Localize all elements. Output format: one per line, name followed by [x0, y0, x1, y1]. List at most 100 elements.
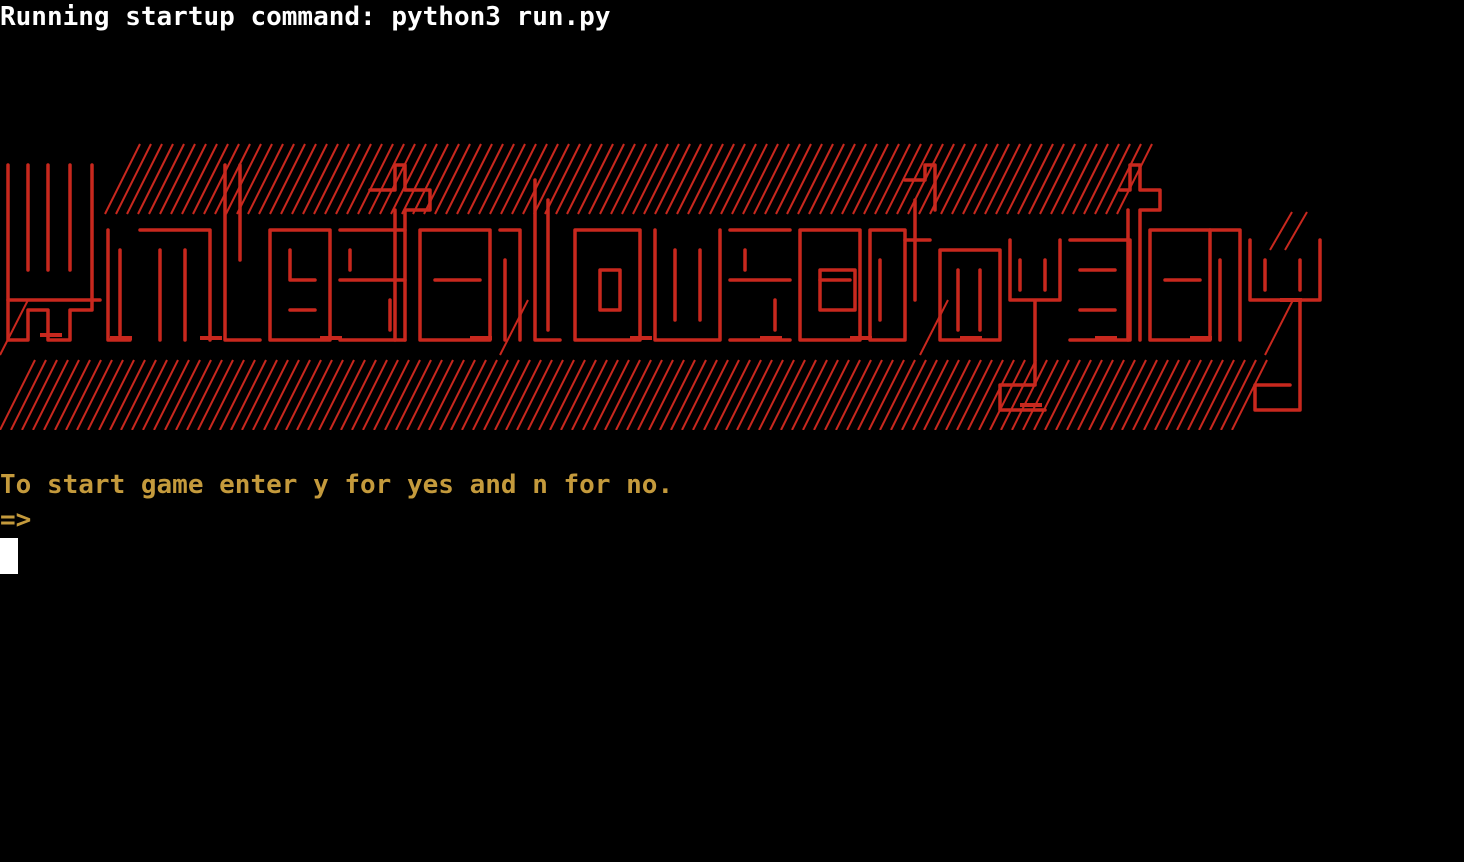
hatch-stroke: [808, 143, 845, 215]
banner-letter-stroke: [106, 228, 132, 342]
hatch-stroke: [670, 359, 707, 430]
banner-letter-stroke: [26, 163, 72, 272]
hatch-stroke: [654, 143, 691, 215]
hatch-stroke: [621, 143, 658, 215]
hatch-stroke: [962, 143, 999, 215]
hatch-stroke: [709, 143, 746, 215]
hatch-stroke: [676, 143, 713, 215]
hatch-stroke: [511, 143, 548, 215]
banner-stroke-cap: [960, 336, 982, 340]
startup-command-line: Running startup command: python3 run.py: [0, 2, 611, 32]
hatch-stroke: [742, 143, 779, 215]
hatch-stroke: [599, 143, 636, 215]
hatch-stroke: [714, 359, 751, 430]
banner-letter-stroke: [1118, 163, 1162, 342]
hatch-stroke: [0, 359, 36, 430]
banner-letter-stroke: [138, 228, 212, 342]
hatch-stroke: [1072, 143, 1109, 215]
hatch-stroke: [395, 359, 432, 430]
hatch-stroke: [115, 143, 152, 215]
banner-stroke-cap: [110, 336, 132, 340]
hatch-stroke: [1132, 359, 1169, 430]
hatch-stroke: [659, 359, 696, 430]
hatch-stroke: [219, 359, 256, 430]
hatch-stroke: [461, 359, 498, 430]
banner-letter-stroke: [223, 163, 262, 342]
hatch-stroke: [1011, 359, 1048, 430]
terminal-window[interactable]: Running startup command: python3 run.py …: [0, 0, 1464, 862]
hatch-stroke: [577, 143, 614, 215]
hatch-stroke: [505, 359, 542, 430]
hatch-stroke: [406, 359, 443, 430]
hatch-stroke: [456, 143, 493, 215]
hatch-stroke: [1209, 359, 1246, 430]
hatch-stroke: [703, 359, 740, 430]
banner-stroke-cap: [1280, 298, 1302, 302]
text-cursor[interactable]: [0, 538, 18, 574]
hatch-stroke: [665, 143, 702, 215]
banner-letter-stroke: [818, 268, 857, 312]
hatch-stroke: [170, 143, 207, 215]
hatch-stroke: [912, 359, 949, 430]
hatch-stroke: [417, 359, 454, 430]
hatch-stroke: [1198, 359, 1235, 430]
hatch-stroke: [934, 359, 971, 430]
banner-letter-stroke: [1148, 228, 1212, 342]
hatch-stroke: [296, 359, 333, 430]
hatch-stroke: [137, 143, 174, 215]
hatch-stroke: [483, 359, 520, 430]
banner-letter-stroke: [268, 228, 332, 342]
hatch-stroke: [522, 143, 559, 215]
hatch-stroke: [835, 359, 872, 430]
hatch-stroke: [868, 359, 905, 430]
hatch-stroke: [1050, 143, 1087, 215]
hatch-stroke: [786, 143, 823, 215]
hatch-stroke: [302, 143, 339, 215]
hatch-stroke: [318, 359, 355, 430]
hatch-stroke: [857, 359, 894, 430]
hatch-stroke: [208, 359, 245, 430]
hatch-stroke: [544, 143, 581, 215]
banner-letter-stroke: [1248, 238, 1322, 412]
banner-letter-stroke: [903, 163, 937, 302]
hatch-stroke: [384, 359, 421, 430]
banner-stroke-cap: [630, 336, 652, 340]
hatch-stroke: [142, 359, 179, 430]
hatch-stroke: [1044, 359, 1081, 430]
hatch-stroke: [1006, 143, 1043, 215]
hatch-stroke: [956, 359, 993, 430]
banner-letter-stroke: [573, 228, 642, 342]
hatch-stroke: [494, 359, 531, 430]
hatch-stroke: [236, 143, 273, 215]
hatch-stroke: [478, 143, 515, 215]
hatch-stroke: [813, 359, 850, 430]
hatch-stroke: [1187, 359, 1224, 430]
hatch-stroke: [0, 299, 29, 356]
hatch-stroke: [1000, 359, 1037, 430]
hatch-stroke: [582, 359, 619, 430]
hatch-stroke: [1094, 143, 1131, 215]
banner-letter-stroke: [868, 228, 907, 342]
hatch-stroke: [984, 143, 1021, 215]
hatch-stroke: [329, 359, 366, 430]
banner-stroke-cap: [760, 336, 782, 340]
hatch-stroke: [87, 359, 124, 430]
hatch-stroke: [890, 359, 927, 430]
hatch-stroke: [285, 359, 322, 430]
hatch-stroke: [527, 359, 564, 430]
hatch-stroke: [445, 143, 482, 215]
hatch-stroke: [593, 359, 630, 430]
hatch-stroke: [769, 359, 806, 430]
hatch-stroke: [863, 143, 900, 215]
hatch-stroke: [736, 359, 773, 430]
hatch-stroke: [428, 359, 465, 430]
hatch-stroke: [588, 143, 625, 215]
hatch-stroke: [197, 359, 234, 430]
banner-letter-stroke: [998, 238, 1062, 412]
hatch-stroke: [373, 359, 410, 430]
hatch-stroke: [797, 143, 834, 215]
hatch-stroke: [335, 143, 372, 215]
hatch-stroke: [775, 143, 812, 215]
banner-stroke-cap: [200, 336, 222, 340]
hatch-stroke: [280, 143, 317, 215]
